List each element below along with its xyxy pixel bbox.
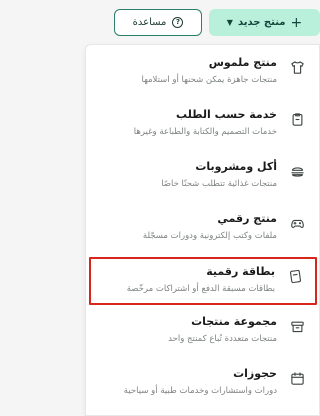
menu-item-title: منتج رقمي	[217, 212, 277, 225]
plus-icon: +	[290, 14, 303, 31]
menu-item-product-bundle[interactable]: مجموعة منتجات منتجات متعددة تُباع كمنتج …	[89, 309, 317, 357]
menu-item-description: خدمات التصميم والكتابة والطباعة وغيرها	[133, 127, 277, 137]
chevron-down-icon: ▼	[226, 18, 233, 27]
product-type-menu: منتج ملموس منتجات جاهزة يمكن شحنها أو اس…	[85, 44, 320, 416]
menu-item-food-drinks[interactable]: أكل ومشروبات منتجات غذائية تتطلب شحنًا خ…	[89, 154, 317, 202]
menu-item-custom-service[interactable]: خدمة حسب الطلب خدمات التصميم والكتابة وا…	[89, 102, 317, 150]
help-button[interactable]: ? مساعدة	[114, 9, 202, 36]
help-label: مساعدة	[132, 17, 167, 28]
new-product-button[interactable]: + منتج جديد ▼	[209, 9, 320, 36]
menu-item-title: بطاقة رقمية	[206, 265, 275, 278]
new-product-label: منتج جديد	[237, 17, 286, 28]
menu-item-title: منتج ملموس	[208, 56, 277, 69]
menu-item-title: حجوزات	[233, 367, 277, 380]
menu-item-description: منتجات جاهزة يمكن شحنها أو استلامها	[141, 75, 277, 85]
menu-item-description: بطاقات مسبقة الدفع أو اشتراكات مرخّصة	[126, 284, 275, 294]
menu-item-title: مجموعة منتجات	[191, 315, 277, 328]
calendar-icon	[290, 371, 305, 386]
menu-item-digital-card[interactable]: بطاقة رقمية بطاقات مسبقة الدفع أو اشتراك…	[89, 257, 317, 305]
menu-item-title: خدمة حسب الطلب	[176, 108, 277, 121]
clipboard-icon	[290, 112, 305, 127]
question-icon: ?	[172, 17, 184, 28]
box-icon	[290, 319, 305, 334]
menu-item-bookings[interactable]: حجوزات دورات واستشارات وخدمات طبية أو سي…	[89, 361, 317, 409]
menu-item-title: أكل ومشروبات	[195, 160, 277, 173]
burger-icon	[290, 164, 305, 179]
card-icon	[288, 269, 303, 284]
product-type-screen: + منتج جديد ▼ ? مساعدة منتج ملموس منتجات…	[83, 0, 320, 416]
tshirt-icon	[290, 60, 305, 75]
menu-item-description: منتجات متعددة تُباع كمنتج واحد	[168, 334, 277, 344]
gamepad-icon	[290, 216, 305, 231]
menu-item-physical-product[interactable]: منتج ملموس منتجات جاهزة يمكن شحنها أو اس…	[89, 50, 317, 98]
menu-item-digital-product[interactable]: منتج رقمي ملفات وكتب إلكترونية ودورات مس…	[89, 206, 317, 254]
menu-item-description: دورات واستشارات وخدمات طبية أو سياحية	[123, 386, 277, 396]
menu-item-description: منتجات غذائية تتطلب شحنًا خاصًا	[161, 179, 277, 189]
menu-item-description: ملفات وكتب إلكترونية ودورات مسجّلة	[142, 231, 277, 241]
